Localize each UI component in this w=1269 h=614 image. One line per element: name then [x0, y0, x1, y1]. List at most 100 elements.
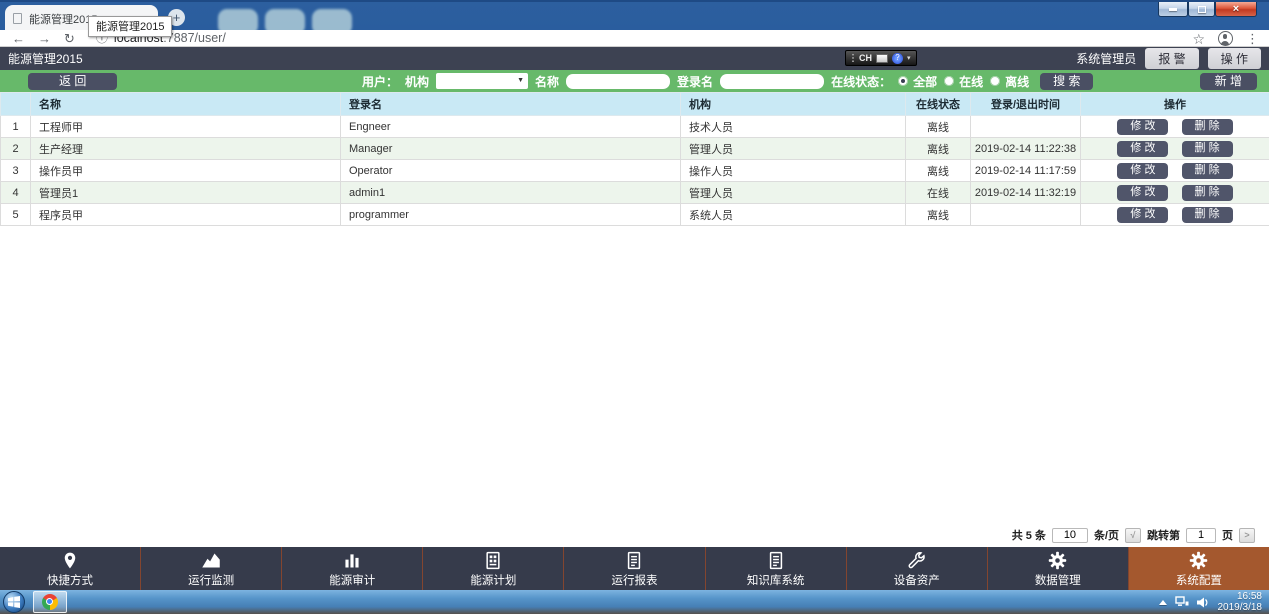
back-icon[interactable]: ← [12, 32, 25, 45]
clock[interactable]: 16:58 2019/3/18 [1218, 591, 1263, 613]
ime-grip-icon[interactable] [851, 53, 855, 63]
nav-item-data-management[interactable]: 数据管理 [988, 547, 1129, 590]
chrome-icon [42, 594, 58, 610]
page-number-input[interactable] [1186, 528, 1216, 543]
radio-offline-label: 离线 [1005, 73, 1029, 90]
alarm-button[interactable]: 报 警 [1145, 48, 1198, 69]
bookmark-star-icon[interactable]: ☆ [1192, 32, 1205, 46]
minimize-icon [1169, 8, 1177, 11]
page-size-input[interactable] [1052, 528, 1088, 543]
nav-item-knowledge-base[interactable]: 知识库系统 [706, 547, 847, 590]
table-row: 5 程序员甲 programmer 系统人员 离线 修 改 删 除 [1, 204, 1269, 226]
confirm-page-size-button[interactable]: √ [1125, 528, 1141, 543]
cell-login: Manager [341, 138, 681, 160]
refresh-icon[interactable]: ↻ [64, 32, 75, 45]
system-tray: 16:58 2019/3/18 [1159, 591, 1269, 613]
cell-status: 离线 [906, 204, 971, 226]
cell-time [971, 204, 1081, 226]
start-button[interactable] [3, 591, 25, 613]
delete-button[interactable]: 删 除 [1182, 185, 1233, 201]
nav-item-system-config[interactable]: 系统配置 [1129, 547, 1269, 590]
browser-menu-icon[interactable]: ⋮ [1246, 32, 1259, 45]
bottom-nav: 快捷方式 运行监测 能源审计 能源计划 运行报表 知识库系统 设备资产 数据管 [0, 547, 1269, 590]
ime-help-icon[interactable]: ? [892, 53, 903, 64]
window-controls: × [1158, 2, 1257, 17]
cell-login: Operator [341, 160, 681, 182]
app-header: 能源管理2015 系统管理员 报 警 操 作 [0, 47, 1269, 70]
search-button[interactable]: 搜 索 [1040, 73, 1093, 90]
nav-item-run-monitoring[interactable]: 运行监测 [141, 547, 282, 590]
radio-icon[interactable] [944, 76, 954, 86]
cell-org: 技术人员 [681, 116, 906, 138]
cell-name: 生产经理 [31, 138, 341, 160]
add-user-button[interactable]: 新 增 [1200, 73, 1257, 90]
status-radio-offline[interactable]: 离线 [990, 73, 1029, 90]
index-column-header [1, 93, 31, 116]
pagination: 共 5 条 条/页 √ 跳转第 页 > [1012, 527, 1255, 543]
windows-taskbar: 16:58 2019/3/18 [0, 590, 1269, 614]
clock-time: 16:58 [1218, 591, 1263, 602]
per-page-label: 条/页 [1094, 527, 1119, 543]
edit-button[interactable]: 修 改 [1117, 207, 1168, 223]
back-page-button[interactable]: 返 回 [28, 73, 117, 90]
tray-expand-icon[interactable] [1159, 600, 1167, 605]
delete-button[interactable]: 删 除 [1182, 163, 1233, 179]
edit-button[interactable]: 修 改 [1117, 119, 1168, 135]
gear-icon [1047, 550, 1068, 571]
profile-avatar-icon[interactable] [1218, 31, 1233, 46]
edit-button[interactable]: 修 改 [1117, 163, 1168, 179]
delete-button[interactable]: 删 除 [1182, 207, 1233, 223]
search-toolbar: 返 回 用户： 机构 ▼ 名称 登录名 在线状态： 全部 在线 离线 搜 索 [0, 70, 1269, 92]
filter-cluster: 用户： 机构 ▼ 名称 登录名 在线状态： 全部 在线 离线 搜 索 [362, 70, 1093, 92]
minimize-button[interactable] [1158, 2, 1188, 17]
nav-label: 运行监测 [188, 572, 234, 588]
nav-item-energy-audit[interactable]: 能源审计 [282, 547, 423, 590]
wrench-icon [906, 550, 927, 571]
org-column-header: 机构 [681, 93, 906, 116]
network-icon[interactable] [1175, 596, 1189, 608]
user-role-label: 系统管理员 [1076, 50, 1136, 67]
go-page-button[interactable]: > [1239, 528, 1255, 543]
cell-login: programmer [341, 204, 681, 226]
org-select[interactable]: ▼ [436, 73, 528, 89]
forward-icon[interactable]: → [38, 32, 51, 45]
cell-time: 2019-02-14 11:32:19 [971, 182, 1081, 204]
doc-lines-icon [766, 550, 786, 571]
nav-label: 设备资产 [894, 572, 940, 588]
radio-icon[interactable] [898, 76, 908, 86]
edit-button[interactable]: 修 改 [1117, 141, 1168, 157]
login-input[interactable] [720, 74, 824, 89]
chrome-taskbar-button[interactable] [33, 591, 67, 613]
operation-button[interactable]: 操 作 [1208, 48, 1261, 69]
cell-name: 管理员1 [31, 182, 341, 204]
radio-icon[interactable] [990, 76, 1000, 86]
cell-actions: 修 改 删 除 [1081, 138, 1269, 160]
delete-button[interactable]: 删 除 [1182, 119, 1233, 135]
cell-status: 离线 [906, 138, 971, 160]
cell-login: Engneer [341, 116, 681, 138]
nav-item-equipment-assets[interactable]: 设备资产 [847, 547, 988, 590]
nav-item-energy-plan[interactable]: 能源计划 [423, 547, 564, 590]
close-button[interactable]: × [1215, 2, 1257, 17]
table-row: 3 操作员甲 Operator 操作人员 离线 2019-02-14 11:17… [1, 160, 1269, 182]
total-count-label: 共 5 条 [1012, 527, 1046, 543]
restore-button[interactable] [1188, 2, 1215, 17]
cell-login: admin1 [341, 182, 681, 204]
status-radio-all[interactable]: 全部 [898, 73, 937, 90]
edit-button[interactable]: 修 改 [1117, 185, 1168, 201]
status-radio-online[interactable]: 在线 [944, 73, 983, 90]
keyboard-icon[interactable] [876, 54, 888, 63]
ime-language-bar[interactable]: CH ? ▾ [845, 50, 917, 66]
nav-label: 能源审计 [329, 572, 375, 588]
delete-button[interactable]: 删 除 [1182, 141, 1233, 157]
volume-icon[interactable] [1197, 597, 1210, 608]
ime-options-icon[interactable]: ▾ [907, 55, 911, 62]
pin-icon [61, 550, 79, 571]
nav-label: 快捷方式 [47, 572, 93, 588]
ime-language-label[interactable]: CH [859, 53, 872, 63]
name-input[interactable] [566, 74, 670, 89]
cell-actions: 修 改 删 除 [1081, 204, 1269, 226]
nav-item-run-report[interactable]: 运行报表 [564, 547, 705, 590]
login-label: 登录名 [677, 73, 713, 90]
nav-item-shortcuts[interactable]: 快捷方式 [0, 547, 141, 590]
